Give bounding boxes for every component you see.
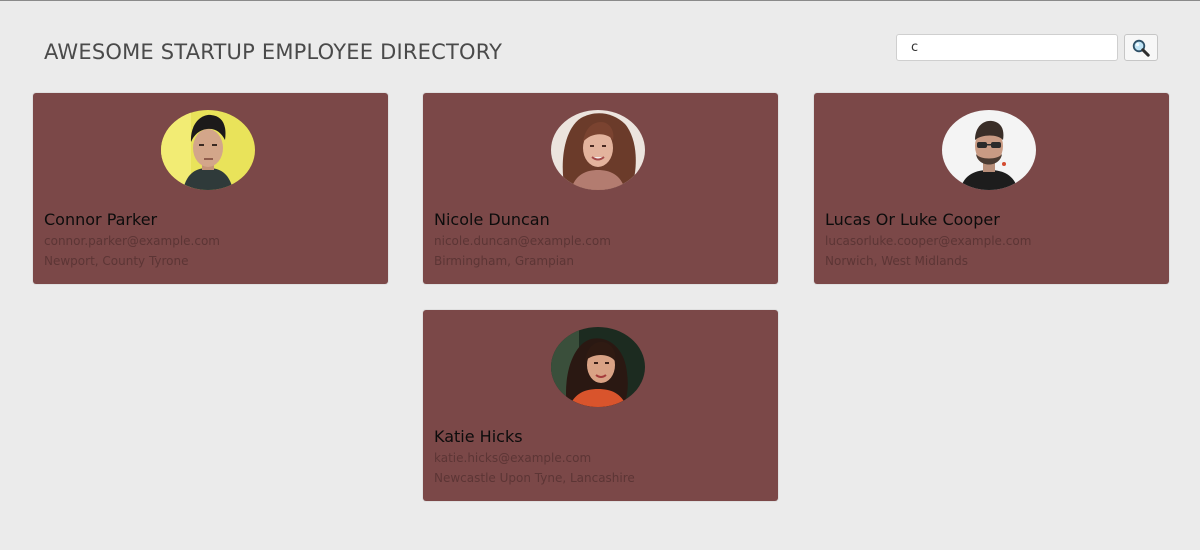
employee-location: Norwich, West Midlands (825, 254, 969, 268)
employee-email: connor.parker@example.com (44, 234, 220, 248)
employee-card[interactable]: Lucas Or Luke Cooper lucasorluke.cooper@… (814, 93, 1169, 284)
page-title: AWESOME STARTUP EMPLOYEE DIRECTORY (44, 40, 503, 64)
avatar (551, 110, 645, 190)
employee-name: Nicole Duncan (434, 210, 550, 229)
avatar (161, 110, 255, 190)
top-border (0, 0, 1200, 1)
employee-email: katie.hicks@example.com (434, 451, 592, 465)
employee-name: Connor Parker (44, 210, 158, 229)
avatar (551, 327, 645, 407)
magnifier-icon (1132, 39, 1150, 57)
employee-location: Newcastle Upon Tyne, Lancashire (434, 471, 635, 485)
employee-email: lucasorluke.cooper@example.com (825, 234, 1032, 248)
employee-card[interactable]: Katie Hicks katie.hicks@example.com Newc… (423, 310, 778, 501)
employee-location: Newport, County Tyrone (44, 254, 189, 268)
employee-name: Lucas Or Luke Cooper (825, 210, 1000, 229)
search-button[interactable] (1124, 34, 1158, 61)
employee-card[interactable]: Nicole Duncan nicole.duncan@example.com … (423, 93, 778, 284)
employee-name: Katie Hicks (434, 427, 523, 446)
employee-card[interactable]: Connor Parker connor.parker@example.com … (33, 93, 388, 284)
employee-email: nicole.duncan@example.com (434, 234, 611, 248)
search-input[interactable] (896, 34, 1118, 61)
employee-location: Birmingham, Grampian (434, 254, 574, 268)
avatar (942, 110, 1036, 190)
